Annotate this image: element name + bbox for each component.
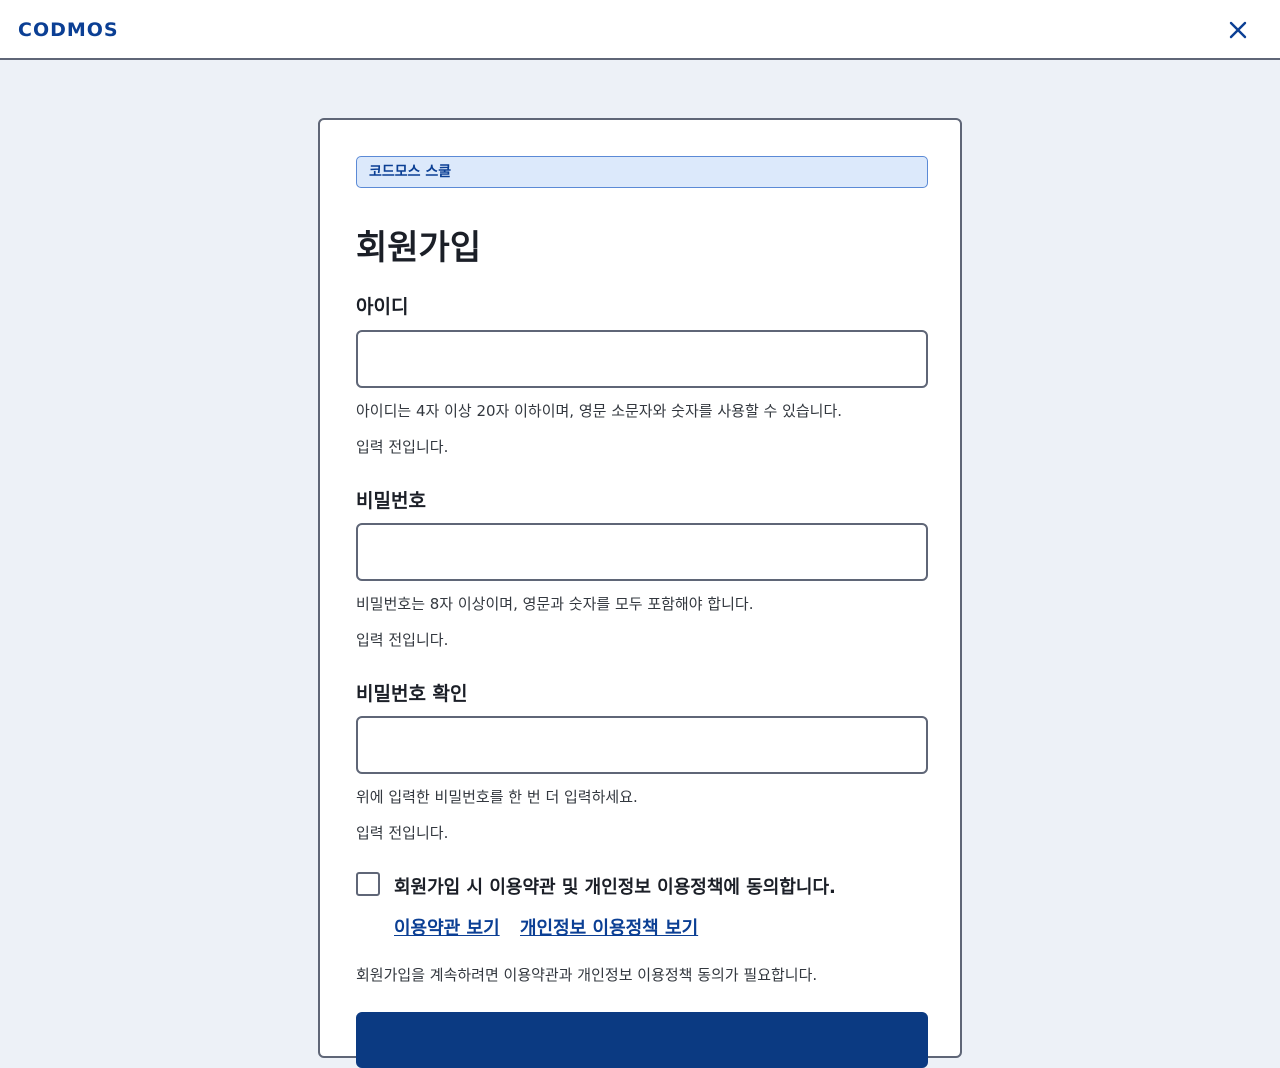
- agree-checkbox[interactable]: [356, 872, 380, 896]
- password-input[interactable]: [356, 523, 928, 581]
- username-help: 아이디는 4자 이상 20자 이하이며, 영문 소문자와 숫자를 사용할 수 있…: [356, 402, 843, 420]
- school-badge: 코드모스 스쿨: [356, 156, 928, 188]
- password-status: 입력 전입니다.: [356, 631, 449, 649]
- agree-label[interactable]: 회원가입 시 이용약관 및 개인정보 이용정책에 동의합니다.: [394, 873, 836, 899]
- signup-card: 코드모스 스쿨 회원가입 아이디 아이디는 4자 이상 20자 이하이며, 영문…: [318, 118, 962, 1068]
- password-confirm-status: 입력 전입니다.: [356, 824, 449, 842]
- password-confirm-input[interactable]: [356, 716, 928, 774]
- close-button[interactable]: [1222, 14, 1254, 46]
- password-confirm-help: 위에 입력한 비밀번호를 한 번 더 입력하세요.: [356, 788, 638, 806]
- username-status: 입력 전입니다.: [356, 438, 449, 456]
- submit-button[interactable]: [356, 1012, 928, 1068]
- username-label: 아이디: [356, 296, 409, 318]
- close-icon: [1229, 21, 1247, 39]
- logo: CODMOS: [18, 19, 119, 41]
- password-confirm-label: 비밀번호 확인: [356, 683, 468, 705]
- agree-note: 회원가입을 계속하려면 이용약관과 개인정보 이용정책 동의가 필요합니다.: [356, 966, 818, 984]
- password-help: 비밀번호는 8자 이상이며, 영문과 숫자를 모두 포함해야 합니다.: [356, 595, 754, 613]
- top-bar: CODMOS: [0, 0, 1280, 60]
- password-label: 비밀번호: [356, 490, 426, 512]
- page-title: 회원가입: [356, 228, 482, 268]
- terms-link[interactable]: 이용약관 보기: [394, 914, 500, 940]
- username-input[interactable]: [356, 330, 928, 388]
- privacy-link[interactable]: 개인정보 이용정책 보기: [520, 914, 698, 940]
